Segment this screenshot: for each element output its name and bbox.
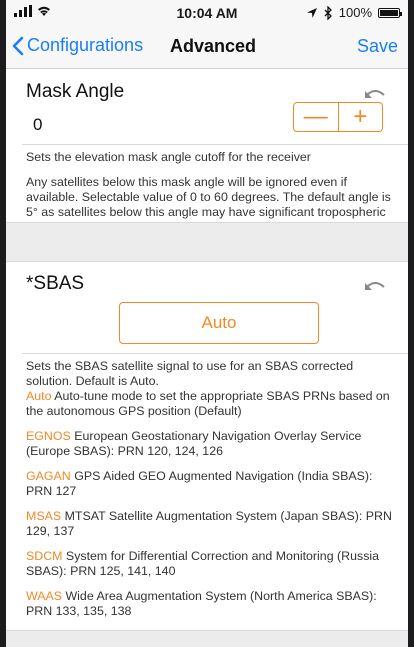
sbas-option-msas: MSAS MTSAT Satellite Augmentation System…: [26, 509, 398, 539]
mask-angle-summary: Sets the elevation mask angle cutoff for…: [26, 150, 311, 164]
location-arrow-icon: [306, 7, 317, 18]
mask-angle-undo-icon[interactable]: [364, 86, 386, 102]
sbas-title: *SBAS: [26, 273, 85, 294]
save-button[interactable]: Save: [357, 36, 398, 57]
increment-button[interactable]: +: [339, 103, 383, 131]
back-button[interactable]: Configurations: [12, 35, 143, 56]
sbas-option-waas: WAAS Wide Area Augmentation System (Nort…: [26, 589, 398, 619]
battery-fill: [380, 9, 398, 16]
sbas-option-key: Auto: [26, 389, 52, 403]
mask-angle-value[interactable]: 0: [33, 115, 42, 135]
mask-angle-divider: [22, 144, 408, 145]
screen: 10:04 AM 100% Configurations Advanced Sa…: [6, 0, 408, 647]
sbas-option-text: GPS Aided GEO Augmented Navigation (Indi…: [26, 469, 373, 498]
sbas-option-key: SDCM: [26, 549, 63, 563]
status-right: 100%: [306, 5, 402, 20]
bluetooth-icon: [324, 5, 332, 20]
sbas-option-text: Wide Area Augmentation System (North Ame…: [26, 589, 377, 618]
sbas-description: Sets the SBAS satellite signal to use fo…: [26, 359, 398, 647]
nav-bar: Configurations Advanced Save: [6, 26, 408, 69]
sbas-option-key: GAGAN: [26, 469, 71, 483]
sbas-summary: Sets the SBAS satellite signal to use fo…: [26, 359, 354, 388]
mask-angle-stepper: — +: [293, 102, 383, 132]
bottom-spacer: [6, 630, 408, 647]
section-spacer: [6, 222, 408, 262]
sbas-option-text: MTSAT Satellite Augmentation System (Jap…: [26, 509, 392, 538]
sbas-divider: [22, 353, 408, 354]
back-label: Configurations: [27, 35, 144, 55]
sbas-option-text: European Geostationary Navigation Overla…: [26, 429, 362, 458]
sbas-option-text: System for Differential Correction and M…: [26, 549, 380, 578]
sbas-option-key: MSAS: [26, 509, 62, 523]
sbas-option-sdcm: SDCM System for Differential Correction …: [26, 549, 398, 579]
page-title: Advanced: [170, 36, 257, 56]
chevron-left-icon: [12, 36, 24, 55]
sbas-option-auto: Auto Auto-tune mode to set the appropria…: [26, 389, 398, 419]
sbas-undo-icon[interactable]: [364, 278, 386, 294]
battery-icon: [378, 7, 402, 18]
battery-percent: 100%: [338, 5, 372, 20]
sbas-option-text: Auto-tune mode to set the appropriate SB…: [26, 389, 390, 418]
decrement-button[interactable]: —: [294, 103, 338, 131]
mask-angle-title: Mask Angle: [26, 81, 125, 102]
status-bar: 10:04 AM 100%: [6, 0, 408, 26]
sbas-option-key: WAAS: [26, 589, 63, 603]
sbas-option-gagan: GAGAN GPS Aided GEO Augmented Navigation…: [26, 469, 398, 499]
sbas-select-button[interactable]: Auto: [119, 302, 319, 344]
sbas-option-egnos: EGNOS European Geostationary Navigation …: [26, 429, 398, 459]
sbas-option-key: EGNOS: [26, 429, 71, 443]
sbas-options-list: Auto Auto-tune mode to set the appropria…: [26, 389, 398, 644]
